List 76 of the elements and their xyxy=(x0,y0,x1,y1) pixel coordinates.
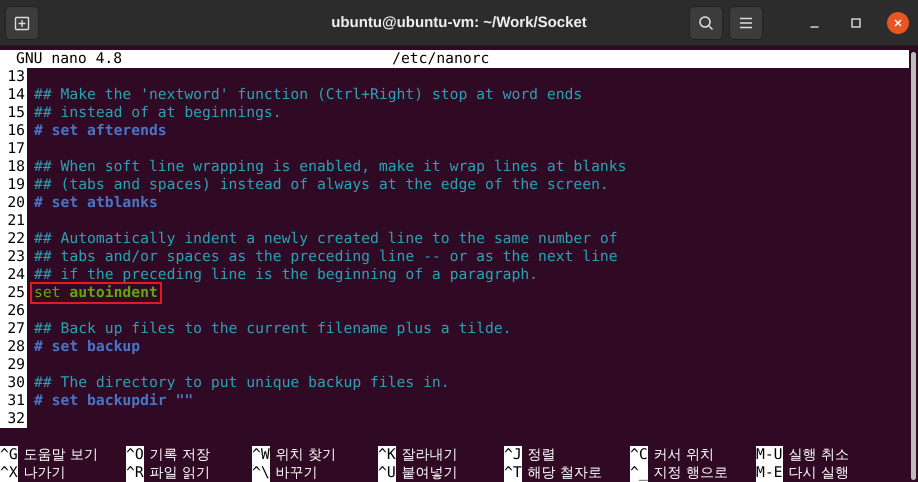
search-button[interactable] xyxy=(689,6,723,40)
shortcut-label: 기록 저장 xyxy=(150,446,210,464)
shortcut-key: ^C xyxy=(630,446,648,464)
line-number: 14 xyxy=(0,86,27,104)
shortcut-label: 나가기 xyxy=(24,464,66,482)
shortcut-label: 붙여넣기 xyxy=(402,464,458,482)
menu-icon xyxy=(739,16,753,28)
line-number: 16 xyxy=(0,122,27,140)
shortcut-key: ^_ xyxy=(630,464,648,482)
maximize-icon xyxy=(851,18,861,28)
setting-line: # set backup xyxy=(34,338,140,356)
shortcut-label: 해당 철자로 xyxy=(528,464,602,482)
shortcut-label: 잘라내기 xyxy=(402,446,458,464)
shortcut-key: ^X xyxy=(0,464,18,482)
line-number: 31 xyxy=(0,392,27,410)
menu-button[interactable] xyxy=(729,6,763,40)
comment-line: ## (tabs and spaces) instead of always at the edge of the screen. xyxy=(34,176,609,194)
setting-line: set autoindent xyxy=(32,284,160,302)
shortcut-label: 실행 취소 xyxy=(788,446,849,464)
line-number: 32 xyxy=(0,410,27,428)
line-number: 23 xyxy=(0,248,27,266)
search-icon xyxy=(698,14,714,30)
line-number: 19 xyxy=(0,176,27,194)
line-number: 13 xyxy=(0,68,27,86)
shortcut-label: 바꾸기 xyxy=(276,464,318,482)
shortcut-label: 지정 행으로 xyxy=(654,464,728,482)
close-button[interactable] xyxy=(887,12,909,34)
line-number: 15 xyxy=(0,104,27,122)
file-name: /etc/nanorc xyxy=(392,50,490,68)
shortcut-key: M-E xyxy=(756,464,783,482)
shortcut-label: 파일 읽기 xyxy=(150,464,210,482)
shortcut-label: 도움말 보기 xyxy=(24,446,98,464)
window-title: ubuntu@ubuntu-vm: ~/Work/Socket xyxy=(331,14,587,31)
editor-version: GNU nano 4.8 xyxy=(16,50,122,68)
shortcut-key: ^G xyxy=(0,446,18,464)
line-number: 25 xyxy=(0,284,27,302)
line-number: 24 xyxy=(0,266,27,284)
shortcut-key: ^U xyxy=(378,464,396,482)
shortcut-label: 위치 찾기 xyxy=(276,446,336,464)
setting-line: # set backupdir "" xyxy=(34,392,194,410)
line-number: 29 xyxy=(0,356,27,374)
shortcut-label: 커서 위치 xyxy=(654,446,714,464)
line-number: 18 xyxy=(0,158,27,176)
comment-line: ## Make the 'nextword' function (Ctrl+Right) stop at word ends xyxy=(34,86,582,104)
setting-line: # set afterends xyxy=(34,122,167,140)
shortcut-key: ^\ xyxy=(252,464,270,482)
shortcut-key: ^K xyxy=(378,446,396,464)
scrollbar[interactable] xyxy=(911,52,916,480)
shortcut-key: ^W xyxy=(252,446,270,464)
line-number: 27 xyxy=(0,320,27,338)
line-number: 21 xyxy=(0,212,27,230)
setting-line: # set atblanks xyxy=(34,194,158,212)
shortcut-key: ^R xyxy=(126,464,144,482)
comment-line: ## Back up files to the current filename plus a tilde. xyxy=(34,320,512,338)
new-tab-icon xyxy=(14,14,30,30)
comment-line: ## if the preceding line is the beginning of a paragraph. xyxy=(34,266,538,284)
line-number: 22 xyxy=(0,230,27,248)
shortcut-label: 다시 실행 xyxy=(788,464,849,482)
shortcut-label: 정렬 xyxy=(528,446,556,464)
comment-line: ## Automatically indent a newly created line to the same number of xyxy=(34,230,618,248)
line-number: 20 xyxy=(0,194,27,212)
comment-line: ## The directory to put unique backup files in. xyxy=(34,374,450,392)
minimize-icon xyxy=(810,26,818,28)
shortcut-key: ^J xyxy=(504,446,522,464)
comment-line: ## When soft line wrapping is enabled, make it wrap lines at blanks xyxy=(34,158,626,176)
line-number: 30 xyxy=(0,374,27,392)
shortcut-key: ^T xyxy=(504,464,522,482)
shortcut-key: ^O xyxy=(126,446,144,464)
comment-line: ## instead of at beginnings. xyxy=(34,104,282,122)
line-number: 26 xyxy=(0,302,27,320)
shortcut-key: M-U xyxy=(756,446,783,464)
comment-line: ## tabs and/or spaces as the preceding line -- or as the next line xyxy=(34,248,618,266)
close-icon xyxy=(893,18,903,28)
new-tab-button[interactable] xyxy=(5,6,39,40)
line-number: 17 xyxy=(0,140,27,158)
line-number: 28 xyxy=(0,338,27,356)
